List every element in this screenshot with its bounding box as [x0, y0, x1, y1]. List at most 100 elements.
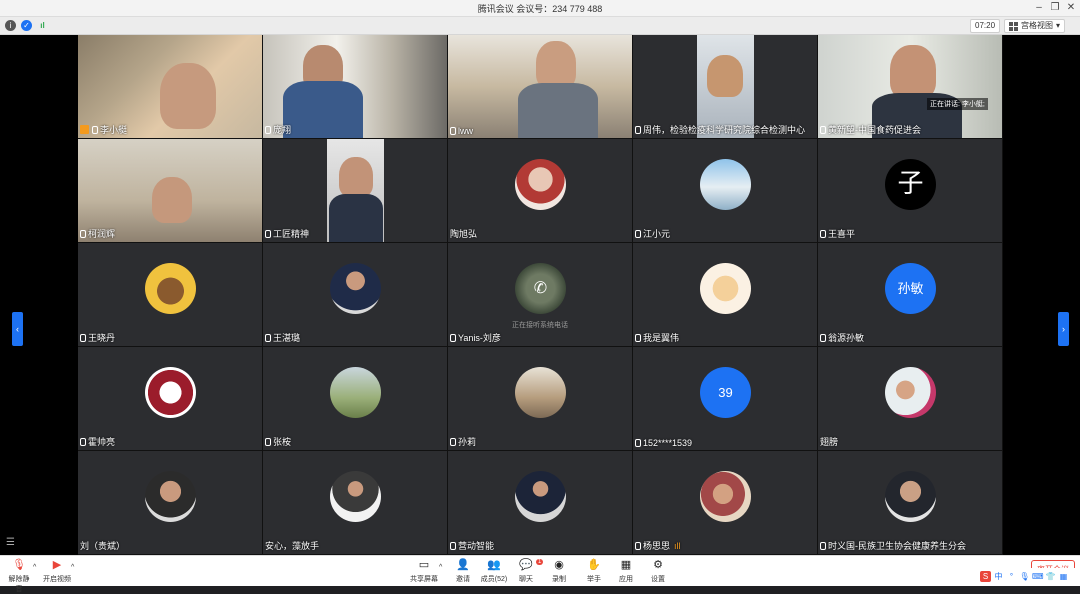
phone-status: 正在接听系统电话	[512, 322, 568, 329]
next-page-button[interactable]: ›	[1058, 312, 1069, 346]
participant-tile[interactable]: lww	[448, 35, 632, 138]
prev-page-button[interactable]: ‹	[12, 312, 23, 346]
participant-name: 时义国-民族卫生协会健康养生分会	[820, 539, 966, 552]
share-screen-button[interactable]: ▭ 共享屏幕	[410, 559, 438, 584]
unmute-button[interactable]: 🎙 解除静音	[6, 559, 32, 594]
participant-tile[interactable]: 霍帅亮	[78, 347, 262, 450]
list-icon[interactable]: ☰	[6, 537, 15, 548]
person-shirt	[518, 83, 598, 138]
avatar	[885, 471, 936, 522]
participant-tile[interactable]: 营动智能	[448, 451, 632, 554]
mic-icon[interactable]: 🎙	[1019, 571, 1030, 582]
minimize-icon[interactable]: –	[1032, 1, 1046, 15]
participant-tile[interactable]: 王湛璐	[263, 243, 447, 346]
punctuation-icon[interactable]: °	[1006, 571, 1017, 582]
skin-icon[interactable]: 👕	[1045, 571, 1056, 582]
participant-name: 翁源孙敏	[820, 331, 864, 344]
invite-button[interactable]: 👤 邀请	[452, 559, 474, 584]
participant-tile[interactable]: 工匠精神	[263, 139, 447, 242]
shield-icon[interactable]: ✓	[21, 20, 32, 31]
avatar	[145, 367, 196, 418]
maximize-icon[interactable]: ❐	[1048, 1, 1062, 15]
mic-icon	[820, 229, 826, 238]
grid-view-button[interactable]: 宫格视图 ▾	[1004, 19, 1066, 33]
signal-icon[interactable]: ıl	[37, 20, 48, 31]
participant-tile[interactable]: 刘（贵斌）	[78, 451, 262, 554]
participant-tile[interactable]: 子 王喜平	[818, 139, 1002, 242]
participant-tile[interactable]: 张桉	[263, 347, 447, 450]
participant-tile[interactable]: 柯润辉	[78, 139, 262, 242]
participant-tile[interactable]: 周伟，检验检疫科学研究院综合检测中心	[633, 35, 817, 138]
mic-icon	[450, 127, 456, 135]
participant-name: 陶旭弘	[450, 229, 478, 239]
apps-button[interactable]: ▦ 应用	[615, 559, 637, 584]
mic-muted-icon: 🎙	[12, 559, 26, 571]
keyboard-icon[interactable]: ⌨	[1032, 571, 1044, 582]
mic-icon	[450, 437, 456, 446]
info-icon[interactable]: i	[5, 20, 16, 31]
phone-icon: ✆	[515, 263, 566, 314]
mic-icon	[265, 229, 271, 238]
participant-name: Yanis-刘彦	[450, 331, 501, 344]
mic-icon	[820, 541, 826, 550]
participant-tile[interactable]: ✆ 正在接听系统电话 Yanis-刘彦	[448, 243, 632, 346]
chevron-down-icon: ▾	[1056, 21, 1061, 30]
chat-icon: 💬	[519, 559, 533, 571]
participant-tile[interactable]: 王晓丹	[78, 243, 262, 346]
participant-name: 王晓丹	[80, 331, 115, 344]
mic-icon	[80, 437, 86, 446]
raise-hand-button[interactable]: ✋ 举手	[583, 559, 605, 584]
audio-options-chevron[interactable]: ^	[33, 564, 36, 571]
grid-icon[interactable]: ▦	[1058, 571, 1069, 582]
control-bar: 🎙 解除静音 ^ ▶ 开启视频 ^ ▭ 共享屏幕 ^ 👤 邀请 👥 成员(52)…	[0, 555, 1080, 593]
mic-icon	[265, 333, 271, 342]
mic-icon	[80, 333, 86, 342]
participant-tile[interactable]: 安心，藻放手	[263, 451, 447, 554]
members-icon: 👥	[487, 559, 501, 571]
members-button[interactable]: 👥 成员(52)	[480, 559, 508, 584]
participant-tile[interactable]: 时义国-民族卫生协会健康养生分会	[818, 451, 1002, 554]
mic-icon	[450, 541, 456, 550]
participant-tile[interactable]: 39 152****1539	[633, 347, 817, 450]
sogou-icon[interactable]: S	[980, 570, 991, 582]
participant-tile[interactable]: 李小艇	[78, 35, 262, 138]
settings-button[interactable]: ⚙ 设置	[647, 559, 669, 584]
avatar: 孙敏	[885, 263, 936, 314]
avatar: 子	[885, 159, 936, 210]
participant-tile[interactable]: 陶旭弘	[448, 139, 632, 242]
mic-icon	[635, 125, 641, 134]
person-figure	[536, 41, 576, 89]
participant-name: 营动智能	[450, 539, 494, 552]
participant-name: lww	[450, 126, 473, 136]
participant-tile[interactable]: 庞翔	[263, 35, 447, 138]
share-options-chevron[interactable]: ^	[439, 564, 442, 571]
participant-name: 柯润辉	[80, 227, 115, 240]
participant-name: 我是翼伟	[635, 331, 679, 344]
gear-icon: ⚙	[653, 559, 663, 571]
meeting-toolbar: i ✓ ıl 07:20 宫格视图 ▾	[0, 17, 1080, 35]
participant-tile[interactable]: 江小元	[633, 139, 817, 242]
participant-name: 杨思思 ıll	[635, 539, 681, 552]
participant-tile[interactable]: 孙敏 翁源孙敏	[818, 243, 1002, 346]
mic-icon	[265, 437, 271, 446]
avatar	[330, 263, 381, 314]
record-icon: ◉	[554, 559, 564, 571]
participant-tile[interactable]: 杨思思 ıll	[633, 451, 817, 554]
participant-name: 周伟，检验检疫科学研究院综合检测中心	[635, 123, 805, 136]
close-icon[interactable]: ✕	[1064, 1, 1078, 15]
participant-name: 王湛璐	[265, 331, 300, 344]
participant-name: 孙莉	[450, 435, 476, 448]
participant-tile[interactable]: 孙莉	[448, 347, 632, 450]
participant-name: 刘（贵斌）	[80, 541, 126, 551]
chat-button[interactable]: 💬 1 聊天	[514, 559, 544, 584]
record-button[interactable]: ◉ 录制	[548, 559, 570, 584]
participant-tile[interactable]: 翅膀	[818, 347, 1002, 450]
mic-icon	[635, 229, 641, 238]
participant-tile[interactable]: 我是翼伟	[633, 243, 817, 346]
start-video-button[interactable]: ▶ 开启视频	[43, 559, 71, 584]
ime-lang[interactable]: 中	[993, 571, 1004, 582]
video-options-chevron[interactable]: ^	[71, 564, 74, 571]
avatar	[145, 471, 196, 522]
hand-icon: ✋	[587, 559, 601, 571]
participant-tile[interactable]: 正在讲话: 李小艇; 黄新望-中国食药促进会	[818, 35, 1002, 138]
